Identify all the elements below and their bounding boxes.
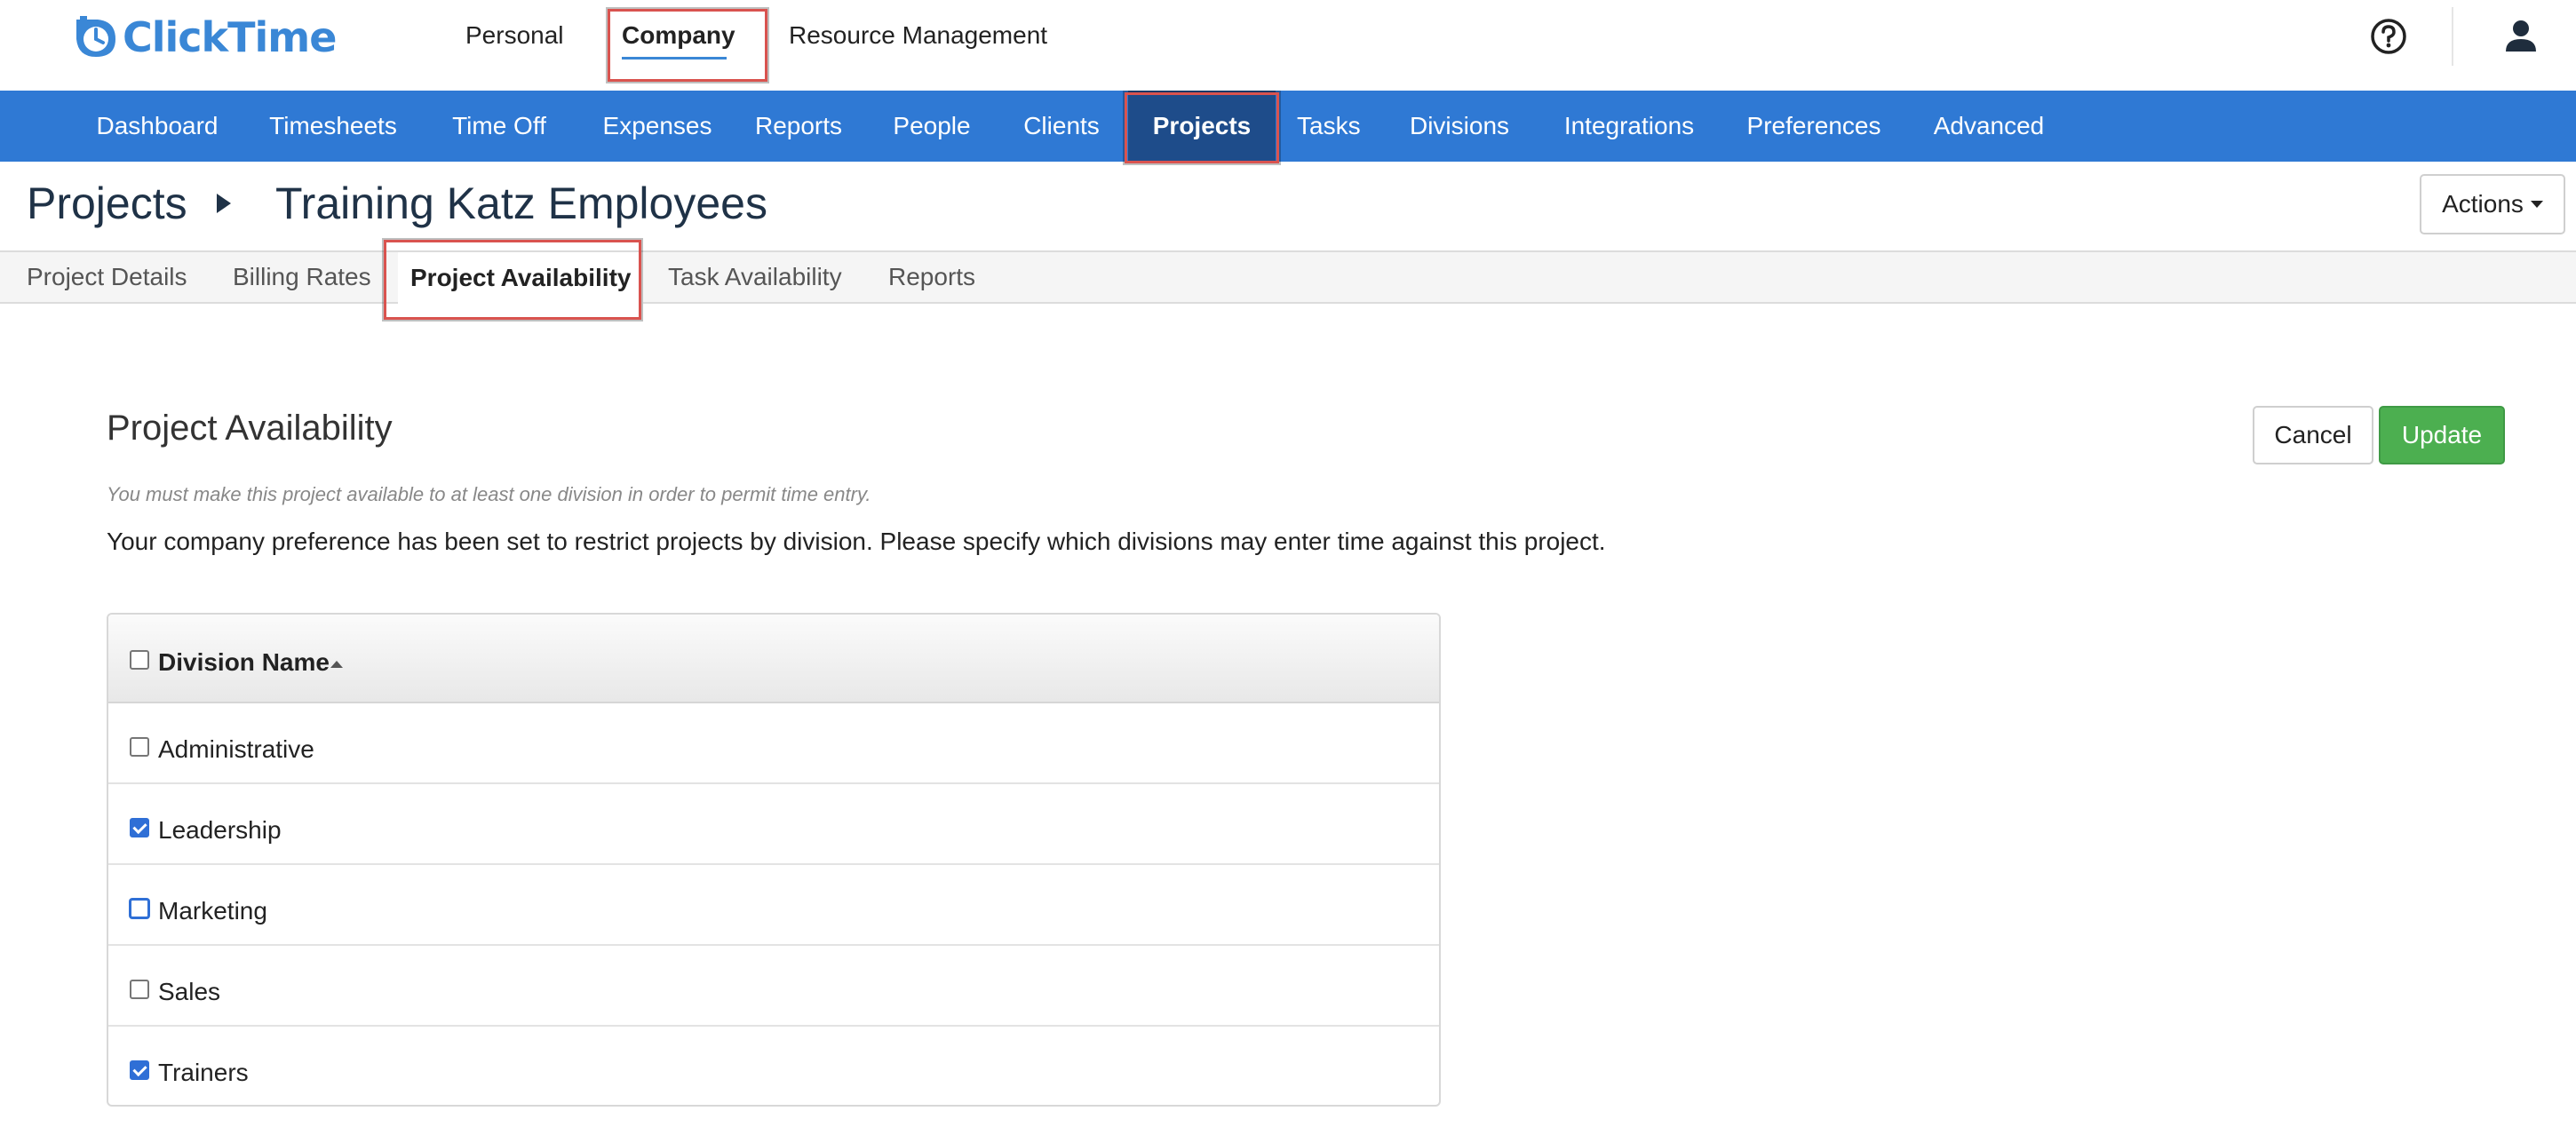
page-title: Training Katz Employees [275, 179, 767, 228]
select-all-checkbox[interactable] [130, 650, 149, 670]
topbar-divider [2452, 7, 2453, 66]
nav-reports[interactable]: Reports [751, 91, 846, 162]
tab-project-availability[interactable]: Project Availability [398, 252, 644, 304]
project-subtabs: Project Details Billing Rates Project Av… [0, 250, 2576, 304]
tab-task-availability[interactable]: Task Availability [668, 263, 842, 291]
table-row: Sales [108, 946, 1439, 1027]
row-checkbox-trainers[interactable] [130, 1060, 149, 1080]
row-checkbox-leadership[interactable] [130, 818, 149, 837]
breadcrumb-projects[interactable]: Projects [27, 178, 187, 229]
division-name: Leadership [158, 816, 282, 844]
caret-down-icon [2530, 201, 2543, 208]
table-header: Division Name [108, 615, 1439, 703]
division-name: Trainers [158, 1059, 249, 1086]
clicktime-logo[interactable]: ClickTime [71, 12, 337, 62]
row-checkbox-sales[interactable] [130, 980, 149, 999]
tab-project-details[interactable]: Project Details [27, 263, 187, 291]
table-row: Administrative [108, 703, 1439, 784]
table-row: Marketing [108, 865, 1439, 946]
division-name: Administrative [158, 735, 314, 763]
main-nav: Dashboard Timesheets Time Off Expenses R… [0, 91, 2576, 162]
topnav-resource-management[interactable]: Resource Management [789, 21, 1047, 50]
availability-description: Your company preference has been set to … [107, 528, 1606, 555]
nav-integrations[interactable]: Integrations [1560, 91, 1698, 162]
division-table: Division Name Administrative Leadership … [107, 613, 1441, 1107]
nav-preferences[interactable]: Preferences [1746, 91, 1881, 162]
column-division-name[interactable]: Division Name [158, 648, 330, 677]
cancel-button[interactable]: Cancel [2253, 406, 2373, 464]
row-checkbox-marketing[interactable] [130, 899, 149, 918]
update-button[interactable]: Update [2379, 406, 2505, 464]
tab-billing-rates[interactable]: Billing Rates [233, 263, 371, 291]
division-name: Marketing [158, 897, 267, 925]
nav-expenses[interactable]: Expenses [597, 91, 718, 162]
help-circle-icon[interactable] [2370, 18, 2407, 55]
top-bar: ClickTime Personal Company Resource Mana… [0, 0, 2576, 91]
sort-ascending-icon[interactable] [330, 661, 343, 668]
row-checkbox-administrative[interactable] [130, 737, 149, 757]
nav-projects[interactable]: Projects [1128, 91, 1276, 162]
nav-timesheets[interactable]: Timesheets [266, 91, 400, 162]
nav-divisions[interactable]: Divisions [1407, 91, 1512, 162]
nav-dashboard[interactable]: Dashboard [92, 91, 222, 162]
breadcrumb-separator-icon [217, 194, 231, 213]
user-icon[interactable] [2503, 18, 2539, 53]
nav-people[interactable]: People [892, 91, 972, 162]
logo-text: ClickTime [123, 13, 337, 61]
topnav-personal[interactable]: Personal [465, 21, 564, 50]
topnav-active-underline [622, 57, 727, 60]
availability-note: You must make this project available to … [107, 483, 871, 505]
division-name: Sales [158, 978, 221, 1005]
actions-label: Actions [2442, 190, 2524, 218]
topnav-company[interactable]: Company [622, 21, 735, 50]
actions-dropdown-button[interactable]: Actions [2420, 174, 2565, 234]
nav-tasks[interactable]: Tasks [1297, 91, 1361, 162]
section-title: Project Availability [107, 409, 393, 448]
nav-advanced[interactable]: Advanced [1931, 91, 2047, 162]
table-row: Trainers [108, 1027, 1439, 1105]
nav-time-off[interactable]: Time Off [444, 91, 554, 162]
nav-clients[interactable]: Clients [1020, 91, 1103, 162]
clicktime-logo-icon [76, 16, 115, 57]
table-row: Leadership [108, 784, 1439, 865]
tab-reports[interactable]: Reports [888, 263, 975, 291]
